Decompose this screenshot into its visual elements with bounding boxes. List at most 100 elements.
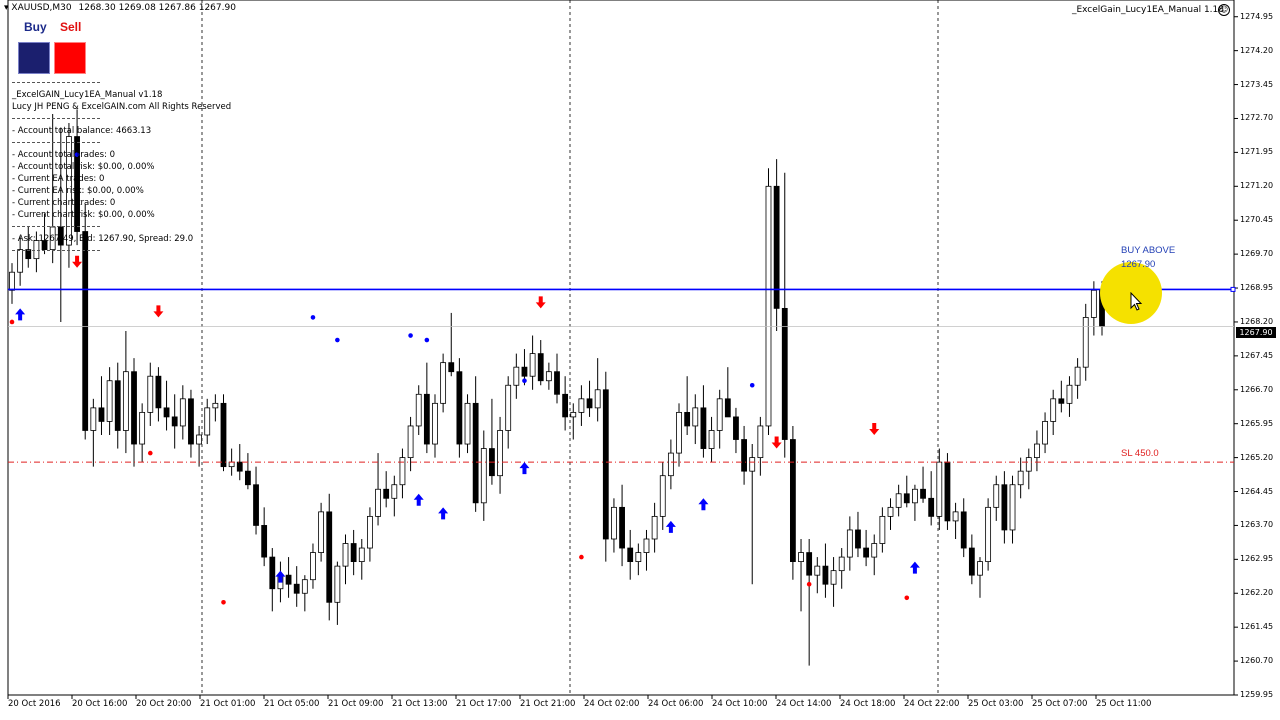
mouse-pointer-icon [1130, 292, 1143, 311]
candle-body [261, 525, 268, 558]
candle-body [846, 529, 853, 558]
candle-body [155, 375, 162, 409]
candle-body [310, 552, 316, 581]
quote-line: - Ask: 1267.49, Bid: 1267.90, Spread: 29… [12, 234, 194, 244]
candle-body [423, 393, 430, 445]
price-axis-label: 1270.45 [1240, 215, 1274, 225]
candle-body [301, 579, 308, 594]
candle-body [814, 565, 821, 576]
candle-body [285, 574, 292, 585]
candle-body [269, 556, 276, 590]
time-axis-label: 24 Oct 18:00 [840, 699, 896, 709]
collapse-icon[interactable]: ▾ [4, 3, 9, 13]
candle-body [602, 389, 609, 540]
price-axis-label: 1259.95 [1240, 690, 1274, 699]
candle-body [537, 353, 544, 382]
time-axis-label: 21 Oct 05:00 [264, 699, 320, 709]
price-axis-label: 1271.20 [1240, 181, 1274, 191]
candle-body [627, 547, 634, 563]
candle-body [17, 249, 24, 273]
candle-body [789, 439, 796, 563]
buy-button[interactable] [18, 42, 50, 74]
panel-separator [12, 82, 100, 83]
current-price-tag: 1267.90 [1236, 327, 1276, 338]
candle-body [871, 543, 878, 558]
buy-line-handle [1230, 286, 1236, 292]
candle-body [122, 371, 129, 431]
info-line: - Current EA trades: 0 [12, 174, 105, 184]
time-axis-label: 21 Oct 13:00 [392, 699, 448, 709]
candle-body [1042, 421, 1048, 445]
candle-body [106, 380, 113, 422]
time-axis-label: 24 Oct 06:00 [648, 699, 704, 709]
candle-body [407, 425, 414, 459]
candle-body [139, 411, 146, 445]
candle-body [643, 538, 650, 553]
candle-body [863, 547, 870, 558]
time-axis-label: 21 Oct 17:00 [456, 699, 512, 709]
candle-body [1001, 484, 1008, 531]
candle-body [985, 506, 992, 563]
candle-body [1025, 457, 1032, 472]
candle-body [700, 407, 707, 449]
candle-body [342, 543, 349, 567]
candle-body [993, 484, 1000, 508]
sell-exit-dot [579, 554, 584, 560]
candle-body [114, 380, 121, 431]
ohlc-label: 1268.30 1269.08 1267.86 1267.90 [78, 3, 236, 13]
candle-body [383, 488, 390, 499]
account-balance: - Account total balance: 4663.13 [12, 126, 152, 136]
candle-body [619, 506, 625, 549]
time-axis-label: 20 Oct 2016 [8, 699, 61, 709]
candle-body [244, 470, 251, 486]
candle-body [179, 398, 186, 427]
price-axis-label: 1273.45 [1240, 79, 1274, 89]
candle-body [912, 488, 918, 504]
candle-body [391, 484, 398, 499]
candle-body [920, 488, 926, 499]
candle-body [545, 371, 552, 382]
candle-body [456, 371, 463, 445]
smiley-icon[interactable]: ☺ [1218, 4, 1230, 16]
candle-body [651, 515, 658, 540]
candle-body [350, 543, 357, 563]
candle-body [1082, 317, 1089, 368]
candle-body [253, 484, 259, 526]
candle-body [635, 552, 642, 563]
buy-exit-dot [424, 337, 430, 343]
candle-body [521, 366, 528, 377]
candle-body [554, 371, 560, 395]
candle-body [529, 353, 536, 377]
time-axis-label: 24 Oct 10:00 [712, 699, 768, 709]
candle-body [724, 398, 731, 418]
time-axis-label: 24 Oct 02:00 [584, 699, 640, 709]
info-line: - Current EA risk: $0.00, 0.00% [12, 186, 144, 196]
sell-button[interactable] [54, 42, 86, 74]
candle-body [318, 511, 325, 553]
candle-body [757, 425, 764, 459]
candle-body [806, 552, 813, 576]
candle-body [188, 398, 194, 445]
candle-body [968, 547, 975, 576]
sell-exit-dot [147, 450, 153, 456]
candle-body [879, 515, 886, 544]
sell-exit-dot [221, 600, 226, 605]
price-axis-label: 1272.70 [1240, 113, 1274, 123]
time-axis-label: 20 Oct 20:00 [136, 699, 192, 709]
candle-body [334, 565, 341, 603]
candle-body [1066, 384, 1073, 404]
candle-body [98, 407, 105, 422]
candle-body [944, 461, 951, 522]
time-axis-label: 20 Oct 16:00 [72, 699, 128, 709]
candle-body [513, 366, 520, 386]
ea-title: _ExcelGAIN_Lucy1EA_Manual v1.18 [12, 90, 163, 100]
price-axis-label: 1269.70 [1240, 249, 1274, 259]
stop-loss-label: SL 450.0 [1121, 448, 1159, 459]
candle-body [497, 430, 503, 477]
candle-body [578, 398, 585, 413]
candle-body [472, 402, 479, 504]
candle-body [594, 389, 601, 409]
symbol-bar: ▾ XAUUSD,M30 1268.30 1269.08 1267.86 126… [4, 3, 236, 13]
price-axis-label: 1268.95 [1240, 283, 1274, 293]
price-axis-label: 1267.45 [1240, 350, 1274, 360]
